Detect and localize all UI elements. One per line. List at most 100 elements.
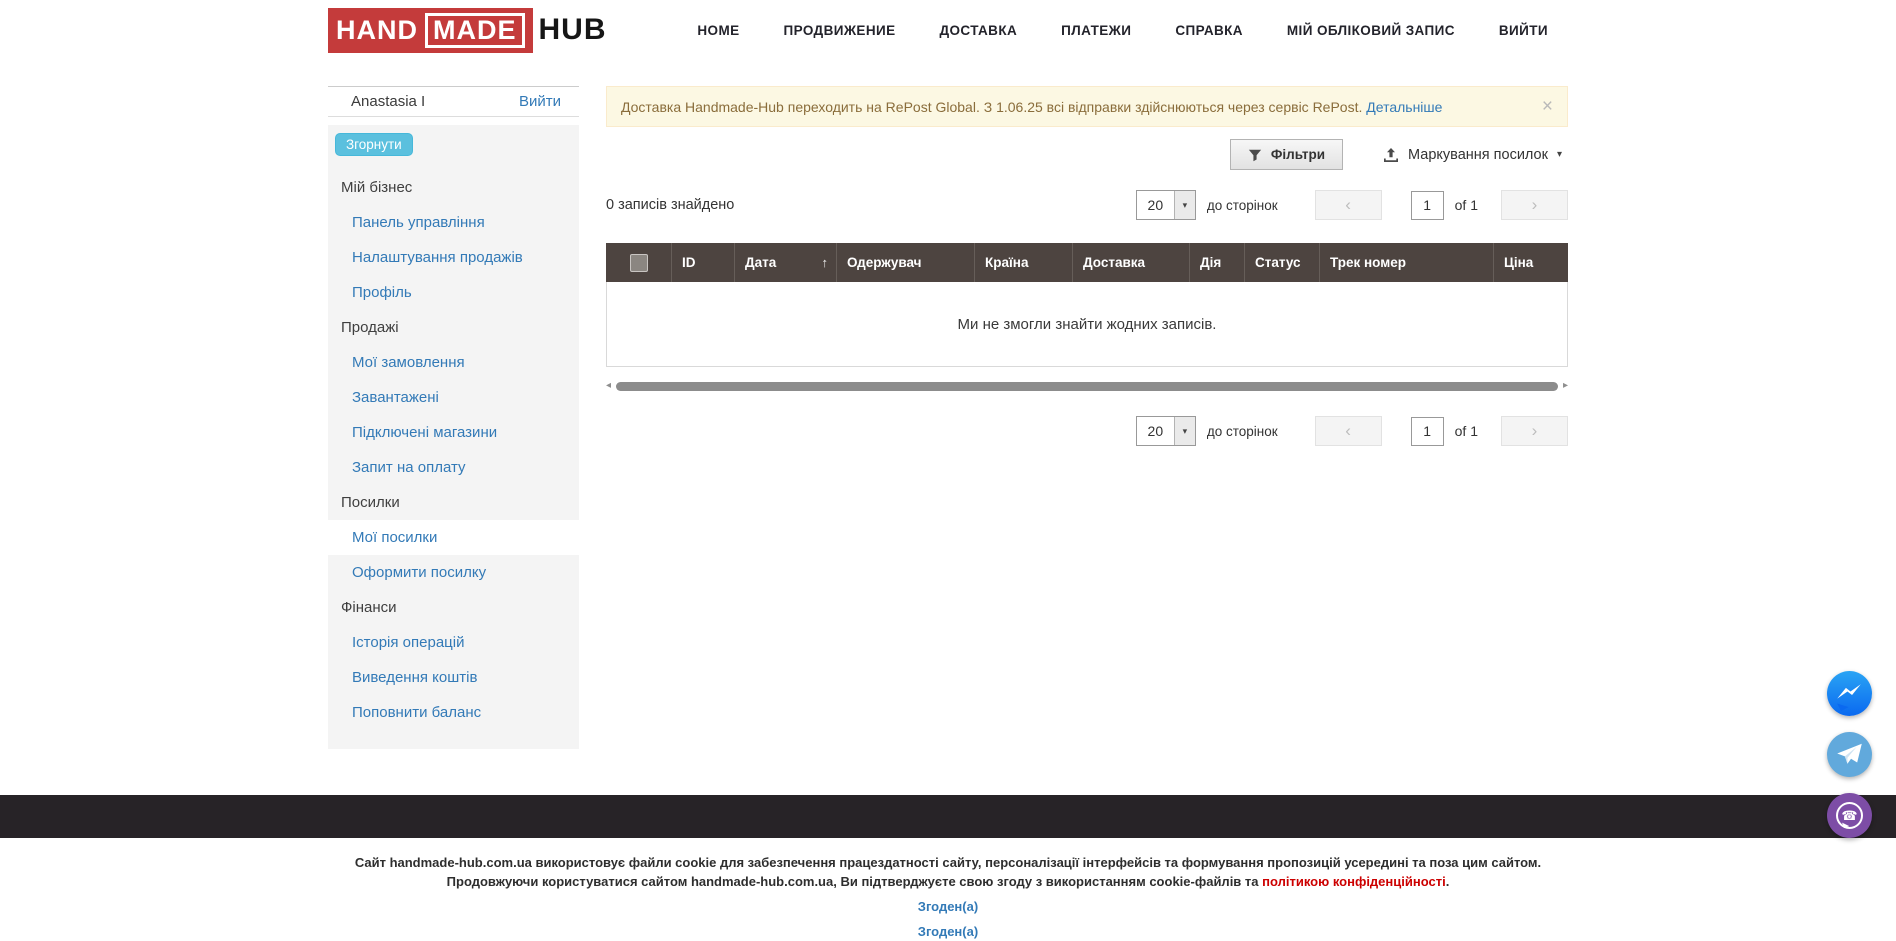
banner-text: Доставка Handmade-Hub переходить на RePo… [621, 99, 1442, 115]
nav-home[interactable]: HOME [697, 23, 739, 38]
sidebar-item-my-orders[interactable]: Мої замовлення [328, 345, 579, 380]
section-title: Фінанси [328, 590, 579, 625]
sidebar-item-withdraw-funds[interactable]: Виведення коштів [328, 660, 579, 695]
privacy-policy-link[interactable]: політикою конфіденційності [1262, 874, 1446, 889]
header-cell-price[interactable]: Ціна [1493, 243, 1567, 282]
nav-my-account[interactable]: МІЙ ОБЛІКОВИЙ ЗАПИС [1287, 23, 1455, 38]
scroll-right-icon[interactable]: ▸ [1563, 381, 1568, 391]
page-size-value: 20 [1137, 191, 1174, 219]
records-count: 0 записів знайдено [606, 197, 734, 213]
collapse-button[interactable]: Згорнути [335, 133, 413, 156]
sidebar-item-create-parcel[interactable]: Оформити посилку [328, 555, 579, 590]
pagination-bottom: 20 ▾ до сторінок ‹ of 1 › [1136, 416, 1568, 446]
phone-icon: ☎ [1841, 809, 1857, 822]
header-cell-action[interactable]: Дія [1189, 243, 1244, 282]
table-empty-state: Ми не змогли знайти жодних записів. [606, 282, 1568, 367]
sidebar-item-connected-shops[interactable]: Підключені магазини [328, 415, 579, 450]
section-title: Мій бізнес [328, 170, 579, 205]
header-cell-recipient[interactable]: Одержувач [836, 243, 974, 282]
upload-icon [1383, 147, 1399, 163]
header-cell-country[interactable]: Країна [974, 243, 1072, 282]
chevron-right-icon: › [1532, 421, 1538, 441]
page-of-label: of 1 [1455, 423, 1478, 439]
results-header: 0 записів знайдено 20 ▾ до сторінок ‹ of… [606, 190, 1568, 220]
header-cell-delivery[interactable]: Доставка [1072, 243, 1189, 282]
sidebar-item-top-up-balance[interactable]: Поповнити баланс [328, 695, 579, 730]
header-cell-id[interactable]: ID [671, 243, 734, 282]
header-cell-select [606, 243, 671, 282]
chevron-down-icon: ▾ [1557, 149, 1562, 160]
filters-button[interactable]: Фільтри [1230, 139, 1343, 170]
sort-asc-icon[interactable]: ↑ [822, 255, 829, 270]
page-size-select[interactable]: 20 ▾ [1136, 190, 1196, 220]
next-page-button[interactable]: › [1501, 190, 1568, 220]
banner-details-link[interactable]: Детальніше [1366, 99, 1442, 115]
cookie-line-1: Сайт handmade-hub.com.ua використовує фа… [0, 853, 1896, 872]
sidebar-section-finance: Фінанси Історія операцій Виведення кошті… [328, 590, 579, 730]
cookie-line-2-suffix: . [1446, 874, 1450, 889]
per-page-label: до сторінок [1207, 198, 1278, 213]
agree-row-2: Згоден(а) [0, 922, 1896, 941]
table-header-row: ID Дата ↑ Одержувач Країна Доставка Дія … [606, 243, 1568, 282]
sidebar-item-uploaded[interactable]: Завантажені [328, 380, 579, 415]
sidebar-item-sales-settings[interactable]: Налаштування продажів [328, 240, 579, 275]
sidebar-section-sales: Продажі Мої замовлення Завантажені Підкл… [328, 310, 579, 485]
prev-page-button[interactable]: ‹ [1315, 190, 1382, 220]
header-cell-track-number[interactable]: Трек номер [1319, 243, 1493, 282]
nav-payments[interactable]: ПЛАТЕЖИ [1061, 23, 1131, 38]
chevron-left-icon: ‹ [1345, 421, 1351, 441]
viber-icon[interactable]: ☎ [1827, 793, 1872, 838]
sidebar-item-profile[interactable]: Профіль [328, 275, 579, 310]
page-body: Anastasia I Вийти Згорнути Мій бізнес Па… [328, 60, 1568, 795]
pagination-top: 20 ▾ до сторінок ‹ of 1 › [1136, 190, 1568, 220]
section-title: Продажі [328, 310, 579, 345]
next-page-button[interactable]: › [1501, 416, 1568, 446]
messenger-icon[interactable] [1827, 671, 1872, 716]
sidebar: Anastasia I Вийти Згорнути Мій бізнес Па… [328, 86, 579, 749]
site-logo[interactable]: HAND MADE HUB [328, 8, 607, 53]
sidebar-item-dashboard[interactable]: Панель управління [328, 205, 579, 240]
scrollbar-thumb[interactable] [616, 382, 1558, 391]
social-buttons: ☎ [1827, 671, 1872, 838]
parcel-labels-dropdown[interactable]: Маркування посилок ▾ [1383, 147, 1562, 163]
telegram-icon[interactable] [1827, 732, 1872, 777]
logout-link[interactable]: Вийти [519, 93, 561, 110]
logo-part-hub: HUB [539, 13, 607, 47]
prev-page-button[interactable]: ‹ [1315, 416, 1382, 446]
page-number-input[interactable] [1411, 191, 1444, 220]
horizontal-scrollbar: ◂ ▸ [606, 379, 1568, 393]
top-bar: HAND MADE HUB HOME ПРОДВИЖЕНИЕ ДОСТАВКА … [328, 0, 1568, 60]
select-all-checkbox[interactable] [630, 254, 648, 272]
nav-promotion[interactable]: ПРОДВИЖЕНИЕ [784, 23, 896, 38]
per-page-label: до сторінок [1207, 424, 1278, 439]
header-cell-date[interactable]: Дата ↑ [734, 243, 836, 282]
filters-label: Фільтри [1271, 147, 1325, 162]
cookie-line-2-text: Продовжуючи користуватися сайтом handmad… [447, 874, 1262, 889]
close-icon[interactable]: × [1532, 97, 1553, 116]
cookie-footer: Сайт handmade-hub.com.ua використовує фа… [0, 838, 1896, 941]
telegram-plane-icon [1827, 732, 1872, 777]
page-size-select[interactable]: 20 ▾ [1136, 416, 1196, 446]
footer-dark-band [0, 795, 1896, 838]
chevron-right-icon: › [1532, 195, 1538, 215]
sidebar-item-payment-request[interactable]: Запит на оплату [328, 450, 579, 485]
header-cell-status[interactable]: Статус [1244, 243, 1319, 282]
page-of-label: of 1 [1455, 197, 1478, 213]
select-arrow: ▾ [1174, 417, 1195, 445]
main-nav: HOME ПРОДВИЖЕНИЕ ДОСТАВКА ПЛАТЕЖИ СПРАВК… [697, 23, 1568, 38]
nav-help[interactable]: СПРАВКА [1175, 23, 1243, 38]
select-arrow: ▾ [1174, 191, 1195, 219]
nav-logout[interactable]: ВИЙТИ [1499, 23, 1548, 38]
page-number-input[interactable] [1411, 417, 1444, 446]
logo-red-box: HAND MADE [328, 8, 533, 53]
sidebar-item-transactions-history[interactable]: Історія операцій [328, 625, 579, 660]
page-size-value: 20 [1137, 417, 1174, 445]
main-content: Доставка Handmade-Hub переходить на RePo… [606, 86, 1568, 446]
sidebar-panel: Згорнути Мій бізнес Панель управління На… [328, 125, 579, 749]
scroll-left-icon[interactable]: ◂ [606, 381, 611, 391]
agree-link[interactable]: Згоден(а) [918, 899, 978, 914]
nav-delivery[interactable]: ДОСТАВКА [940, 23, 1018, 38]
messenger-bolt-icon [1827, 671, 1872, 716]
banner-message: Доставка Handmade-Hub переходить на RePo… [621, 99, 1362, 115]
sidebar-item-my-parcels[interactable]: Мої посилки [328, 520, 579, 555]
